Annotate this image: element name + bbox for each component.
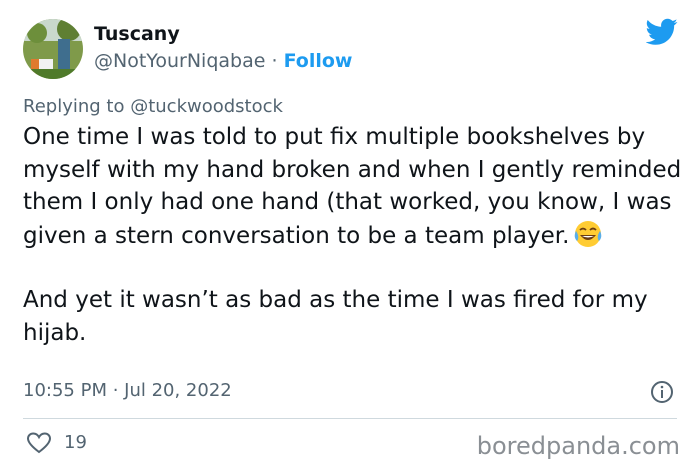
info-icon[interactable] [650, 380, 674, 404]
author-handle[interactable]: @NotYourNiqabae [94, 50, 265, 72]
avatar-image [23, 19, 83, 79]
avatar[interactable] [23, 19, 83, 79]
tweet-body: One time I was told to put fix multiple … [23, 121, 688, 349]
author-handle-row: @NotYourNiqabae · Follow [94, 50, 352, 72]
tweet-paragraph-1: One time I was told to put fix multiple … [23, 121, 688, 252]
handle-separator: · [265, 50, 284, 72]
face-with-tears-of-joy-icon [575, 220, 602, 247]
divider [23, 418, 677, 419]
heart-icon[interactable] [26, 431, 52, 455]
tweet-timestamp[interactable]: 10:55 PM · Jul 20, 2022 [23, 380, 232, 401]
replying-to-prefix: Replying to [23, 96, 131, 117]
tweet-paragraph-2: And yet it wasn’t as bad as the time I w… [23, 287, 648, 346]
twitter-bird-icon[interactable] [646, 18, 678, 46]
replying-to-mention[interactable]: @tuckwoodstock [130, 96, 283, 117]
replying-to-line: Replying to @tuckwoodstock [23, 96, 283, 117]
watermark: boredpanda.com [476, 432, 680, 460]
follow-button[interactable]: Follow [284, 50, 353, 72]
author-display-name[interactable]: Tuscany [94, 23, 180, 45]
like-count: 19 [64, 432, 87, 453]
